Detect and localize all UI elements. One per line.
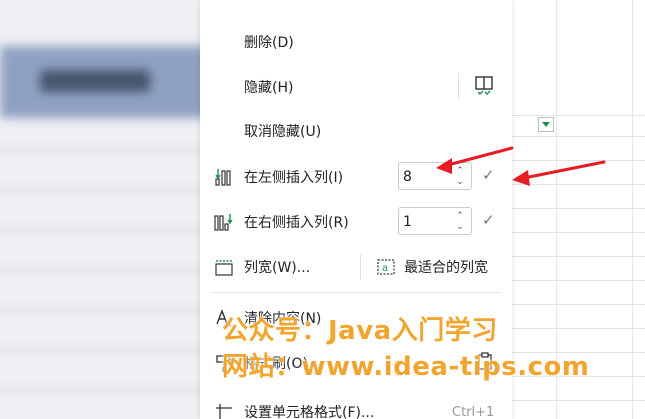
red-arrow-right-head-icon — [512, 170, 530, 186]
watermark-line-1: 公众号：Java入门学习 — [222, 316, 498, 346]
red-arrow-left-head-icon — [436, 158, 452, 174]
red-arrow-left-icon — [442, 146, 514, 168]
watermark-line-2: 网站：www.idea-tips.com — [222, 352, 590, 382]
red-arrow-right-icon — [522, 160, 606, 180]
